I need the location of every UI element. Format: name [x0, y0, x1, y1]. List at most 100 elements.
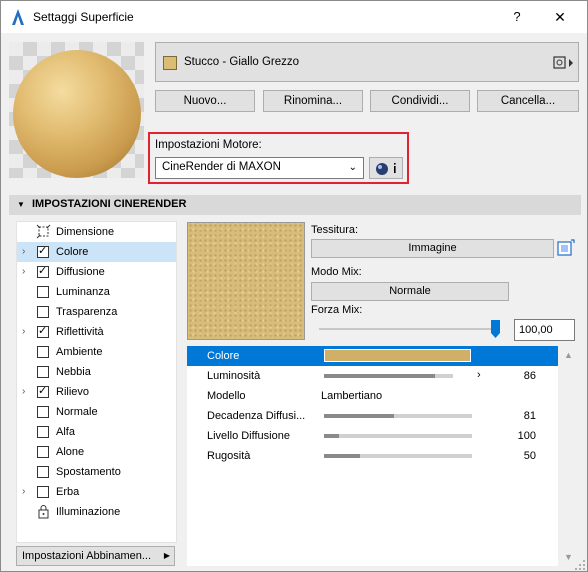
- channel-item[interactable]: Spostamento: [17, 462, 176, 482]
- close-button[interactable]: ✕: [550, 7, 570, 27]
- channel-item[interactable]: Normale: [17, 402, 176, 422]
- texture-thumbnail[interactable]: [187, 222, 305, 340]
- channel-label: Luminanza: [56, 286, 110, 298]
- channel-checkbox[interactable]: [37, 346, 49, 358]
- mix-mode-label: Modo Mix:: [311, 266, 362, 278]
- engine-dropdown[interactable]: CineRender di MAXON ⌄: [155, 157, 364, 179]
- property-label: Decadenza Diffusi...: [207, 410, 306, 422]
- dimension-icon: [36, 224, 51, 239]
- engine-info-icon: [376, 163, 396, 175]
- mix-strength-input[interactable]: 100,00: [514, 319, 575, 341]
- property-row[interactable]: Rugosità 50: [187, 446, 558, 466]
- lock-icon: [38, 505, 49, 519]
- channel-item[interactable]: › Riflettività: [17, 322, 176, 342]
- channel-label: Erba: [56, 486, 80, 498]
- properties-table: Colore Luminosità › 86 Modello Lambertiano Dec…: [187, 346, 558, 566]
- material-menu-icon[interactable]: [553, 55, 575, 71]
- channel-item[interactable]: Nebbia: [17, 362, 176, 382]
- property-value[interactable]: 50: [524, 450, 536, 462]
- collapse-arrow-icon: ▼: [17, 200, 25, 209]
- resize-grip-icon[interactable]: [574, 559, 586, 571]
- channel-label: Spostamento: [56, 466, 121, 478]
- color-swatch[interactable]: [324, 349, 471, 362]
- channel-checkbox[interactable]: [37, 426, 49, 438]
- channel-checkbox[interactable]: [37, 286, 49, 298]
- channel-label: Alfa: [56, 426, 75, 438]
- engine-info-button[interactable]: [369, 157, 403, 179]
- property-label: Colore: [207, 350, 240, 362]
- property-label: Modello: [207, 390, 246, 402]
- new-button[interactable]: Nuovo...: [155, 90, 255, 112]
- property-value[interactable]: Lambertiano: [321, 390, 382, 402]
- channel-item[interactable]: Alfa: [17, 422, 176, 442]
- mix-strength-thumb[interactable]: [491, 320, 500, 338]
- slider-marker-icon: ›: [477, 369, 481, 381]
- channel-label: Alone: [56, 446, 85, 458]
- property-slider[interactable]: [324, 414, 472, 418]
- channel-checkbox[interactable]: [37, 324, 49, 338]
- property-row[interactable]: Decadenza Diffusi... 81: [187, 406, 558, 426]
- texture-image-button[interactable]: Immagine: [311, 239, 554, 258]
- property-value[interactable]: 81: [524, 410, 536, 422]
- app-icon: [12, 9, 24, 25]
- scroll-down-icon[interactable]: ▼: [564, 552, 573, 562]
- material-selector[interactable]: Stucco - Giallo Grezzo: [155, 42, 579, 82]
- properties-scrollbar[interactable]: ▲ ▼: [560, 346, 577, 566]
- channel-item[interactable]: › Diffusione: [17, 262, 176, 282]
- delete-button[interactable]: Cancella...: [477, 90, 579, 112]
- property-label: Rugosità: [207, 450, 251, 462]
- channel-checkbox[interactable]: [37, 384, 49, 398]
- channel-label: Ambiente: [56, 346, 103, 358]
- chevron-right-icon[interactable]: ›: [22, 246, 25, 257]
- channel-checkbox[interactable]: [37, 366, 49, 378]
- property-slider[interactable]: [324, 434, 472, 438]
- rename-button[interactable]: Rinomina...: [263, 90, 363, 112]
- channel-checkbox[interactable]: [37, 264, 49, 278]
- chevron-right-icon[interactable]: ›: [22, 486, 25, 497]
- channel-item[interactable]: › Erba: [17, 482, 176, 502]
- property-slider[interactable]: [324, 374, 453, 378]
- channel-checkbox[interactable]: [37, 306, 49, 318]
- channel-item[interactable]: › Rilievo: [17, 382, 176, 402]
- property-slider-fill: [324, 434, 339, 438]
- channel-label: Colore: [56, 246, 89, 258]
- property-slider[interactable]: [324, 454, 472, 458]
- property-row[interactable]: Modello Lambertiano: [187, 386, 558, 406]
- texture-browse-icon[interactable]: [557, 239, 575, 258]
- channel-checkbox[interactable]: [37, 244, 49, 258]
- channel-item[interactable]: Luminanza: [17, 282, 176, 302]
- chevron-right-icon[interactable]: ›: [22, 326, 25, 337]
- property-slider-fill: [324, 454, 360, 458]
- share-button[interactable]: Condividi...: [370, 90, 470, 112]
- channel-item[interactable]: Dimensione: [17, 222, 176, 242]
- scroll-up-icon[interactable]: ▲: [564, 350, 573, 360]
- property-row[interactable]: Livello Diffusione 100: [187, 426, 558, 446]
- property-row[interactable]: Colore: [187, 346, 558, 366]
- channel-checkbox[interactable]: [37, 406, 49, 418]
- chevron-right-icon[interactable]: ›: [22, 266, 25, 277]
- channel-item[interactable]: Alone: [17, 442, 176, 462]
- material-preview: [9, 42, 144, 178]
- property-row[interactable]: Luminosità › 86: [187, 366, 558, 386]
- help-button[interactable]: ?: [507, 7, 527, 27]
- channel-checkbox[interactable]: [37, 446, 49, 458]
- channel-list: Dimensione › Colore › Diffusione Luminanza Tra…: [16, 221, 177, 543]
- channel-item[interactable]: Illuminazione: [17, 502, 176, 522]
- texture-label: Tessitura:: [311, 224, 359, 236]
- channel-checkbox[interactable]: [37, 466, 49, 478]
- property-value[interactable]: 100: [518, 430, 536, 442]
- channel-item[interactable]: Ambiente: [17, 342, 176, 362]
- mix-strength-slider[interactable]: [319, 328, 499, 330]
- section-header[interactable]: ▼ IMPOSTAZIONI CINERENDER: [9, 195, 581, 215]
- mix-mode-button[interactable]: Normale: [311, 282, 509, 301]
- property-value[interactable]: 86: [524, 370, 536, 382]
- channel-label: Riflettività: [56, 326, 104, 338]
- channel-item[interactable]: Trasparenza: [17, 302, 176, 322]
- channel-item[interactable]: › Colore: [17, 242, 176, 262]
- settings-dialog: Settaggi Superficie ? ✕ Stucco - Giallo …: [0, 0, 588, 572]
- assoc-settings-button[interactable]: Impostazioni Abbinamen... ▶: [16, 546, 175, 566]
- property-label: Luminosità: [207, 370, 261, 382]
- chevron-right-icon[interactable]: ›: [22, 386, 25, 397]
- property-slider-fill: [324, 414, 394, 418]
- channel-checkbox[interactable]: [37, 486, 49, 498]
